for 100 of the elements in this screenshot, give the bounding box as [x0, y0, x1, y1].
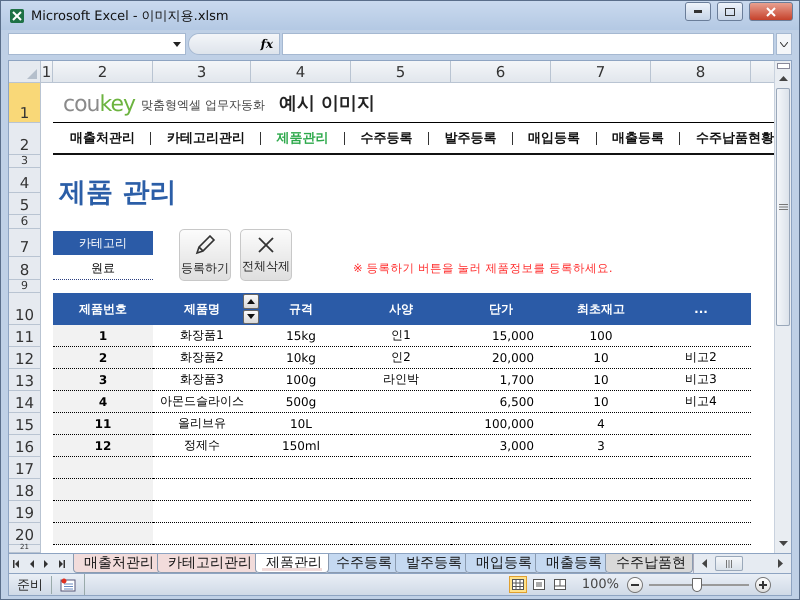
notice-text: ※ 등록하기 버튼을 눌러 제품정보를 등록하세요. [352, 260, 614, 277]
column-header[interactable]: 6 [451, 61, 551, 83]
column-header[interactable]: 3 [153, 61, 251, 83]
column-header[interactable]: 7 [551, 61, 651, 83]
table-cell: 3 [551, 435, 651, 457]
column-header[interactable]: 8 [651, 61, 751, 83]
table-cell: 10 [551, 347, 651, 369]
row-header[interactable]: 13 [9, 369, 41, 391]
table-cell: 1,700 [451, 369, 551, 391]
triangle-down-icon [778, 541, 788, 546]
sheet-tab[interactable]: 매출처관리 [73, 554, 161, 573]
triangle-left-icon [13, 560, 20, 568]
triangle-icon [27, 69, 37, 79]
row-header[interactable]: 19 [9, 501, 41, 523]
row-header[interactable]: 7 [9, 229, 41, 257]
insert-function-button[interactable]: fx [188, 33, 280, 55]
table-cell: 12 [53, 435, 153, 457]
column-header[interactable]: 2 [53, 61, 153, 83]
scrollbar-thumb[interactable] [715, 556, 743, 571]
nav-link[interactable]: 매출등록 [612, 129, 664, 147]
formula-input[interactable] [282, 33, 774, 55]
row-header[interactable]: 18 [9, 479, 41, 501]
spin-down-button[interactable] [243, 310, 259, 324]
status-text: 준비 [9, 576, 52, 594]
delete-all-button[interactable]: 전체삭제 [240, 228, 292, 280]
row-header[interactable]: 5 [9, 193, 41, 215]
table-cell: 150ml [251, 435, 351, 457]
register-button[interactable]: 등록하기 [179, 228, 231, 280]
table-cell: 비고4 [651, 391, 751, 413]
table-cell: 100,000 [451, 413, 551, 435]
nav-link[interactable]: 매출처관리 [70, 129, 135, 147]
minimize-button[interactable] [685, 2, 711, 21]
column-header[interactable]: 1 [41, 61, 53, 83]
table-cell: 비고3 [651, 369, 751, 391]
nav-link[interactable]: 카테고리관리 [166, 129, 245, 147]
table-cell: 20,000 [451, 347, 551, 369]
row-header[interactable]: 14 [9, 391, 41, 413]
caret-down-icon [173, 42, 181, 46]
row-header[interactable]: 12 [9, 347, 41, 369]
row-header[interactable]: 8 [9, 257, 41, 280]
table-cell: 비고2 [651, 347, 751, 369]
row-header[interactable]: 3 [9, 155, 41, 168]
nav-link[interactable]: 수주등록 [360, 129, 413, 147]
zoom-level[interactable]: 100% [582, 577, 619, 592]
nav-link[interactable]: 수주납품현황 [696, 129, 774, 147]
table-cell: 라인박 [351, 369, 451, 391]
nav-link[interactable]: 발주등록 [444, 129, 496, 147]
expand-formula-button[interactable] [776, 33, 792, 55]
sheet-tab[interactable]: 수주납품현 [605, 554, 693, 573]
macro-record-icon[interactable] [60, 578, 76, 592]
row-header[interactable]: 2 [9, 123, 41, 155]
triangle-right-icon [778, 559, 783, 568]
restore-icon [725, 8, 735, 16]
table-cell: 화장품2 [153, 347, 251, 369]
zoom-in-button[interactable] [755, 576, 771, 592]
row-header[interactable]: 20 [9, 523, 41, 545]
triangle-left-icon [28, 560, 35, 568]
logo: coukey [63, 92, 136, 117]
row-header[interactable]: 9 [9, 280, 41, 293]
sheet-tab[interactable]: 매입등록 [465, 554, 539, 573]
table-cell: 정제수 [153, 435, 251, 457]
sheet-tab[interactable]: 카테고리관리 [157, 554, 259, 573]
table-cell: 100g [251, 369, 351, 391]
row-header[interactable]: 4 [9, 168, 41, 193]
row-header[interactable]: 6 [9, 215, 41, 229]
table-cell: 10kg [251, 347, 351, 369]
plus-icon [759, 580, 767, 588]
row-header[interactable]: 10 [9, 293, 41, 325]
spin-up-button[interactable] [243, 294, 259, 308]
row-header[interactable]: 11 [9, 325, 41, 347]
tagline: 맞춤형엑셀 업무자동화 [141, 97, 265, 114]
close-button[interactable] [749, 2, 793, 21]
close-icon [766, 6, 776, 16]
triangle-right-icon [58, 560, 65, 568]
zoom-slider-thumb[interactable] [692, 578, 702, 592]
sheet-tab[interactable]: 발주등록 [395, 554, 469, 573]
table-cell: 10L [251, 413, 351, 435]
table-cell: 3,000 [451, 435, 551, 457]
category-value[interactable]: 원료 [53, 257, 153, 280]
row-header[interactable]: 15 [9, 413, 41, 435]
restore-button[interactable] [717, 2, 743, 21]
table-cell: 화장품1 [153, 325, 251, 347]
normal-view-button[interactable] [508, 576, 527, 593]
table-cell: 2 [53, 347, 153, 369]
scrollbar-thumb[interactable] [776, 88, 790, 326]
column-header[interactable]: 5 [351, 61, 451, 83]
table-cell: 4 [53, 391, 153, 413]
table-header: ... [651, 293, 751, 325]
nav-link[interactable]: 매입등록 [528, 129, 580, 147]
column-header[interactable]: 4 [251, 61, 351, 83]
zoom-out-button[interactable] [627, 576, 643, 592]
minimize-icon [694, 10, 702, 13]
triangle-up-icon [247, 298, 255, 304]
table-cell: 올리브유 [153, 413, 251, 435]
sheet-tab[interactable]: 매출등록 [535, 554, 609, 573]
row-header[interactable]: 1 [9, 83, 41, 123]
table-cell: 15kg [251, 325, 351, 347]
row-header[interactable]: 17 [9, 457, 41, 479]
sheet-tab[interactable]: 수주등록 [325, 554, 399, 573]
row-header[interactable]: 16 [9, 435, 41, 457]
